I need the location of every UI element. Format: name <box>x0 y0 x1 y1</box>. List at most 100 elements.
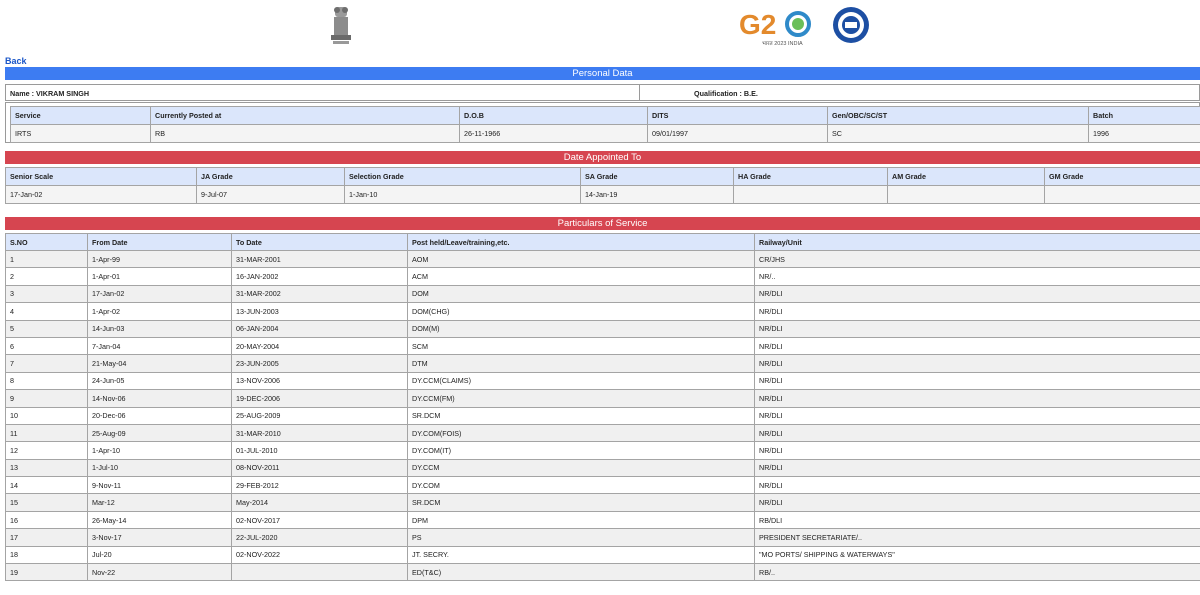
table-row: 7 21-May-04 23-JUN-2005 DTM NR/DLI <box>5 354 1200 373</box>
service-cell: 10 <box>5 406 88 425</box>
table-row: 19 Nov-22 ED(T&C) RB/.. <box>5 563 1200 582</box>
service-cell: 4 <box>5 302 88 321</box>
service-cell: NR/.. <box>754 267 1200 286</box>
personal-header-cell: Service <box>10 106 151 125</box>
service-header-cell: S.NO <box>5 233 88 251</box>
personal-header-cell: Currently Posted at <box>150 106 460 125</box>
service-rows: 1 1-Apr-99 31-MAR-2001 AOM CR/JHS 2 1-Apr-01 16… <box>5 249 1200 582</box>
service-cell: NR/DLI <box>754 371 1200 391</box>
grade-date-cell: 14-Jan-19 <box>580 185 734 204</box>
svg-text:भारत 2023 INDIA: भारत 2023 INDIA <box>762 41 803 47</box>
table-row: 5 14-Jun-03 06-JAN-2004 DOM(M) NR/DLI <box>5 319 1200 338</box>
service-cell: 9 <box>5 389 88 408</box>
service-cell: 1-Apr-01 <box>87 267 232 286</box>
service-cell: NR/DLI <box>754 302 1200 321</box>
grade-header-cell: JA Grade <box>196 167 345 186</box>
service-cell: NR/DLI <box>754 406 1200 425</box>
service-cell: NR/DLI <box>754 493 1200 512</box>
service-header-cell: To Date <box>231 233 408 251</box>
service-cell: 1 <box>5 249 88 269</box>
service-cell: 29-FEB-2012 <box>231 476 408 495</box>
service-cell: 3-Nov-17 <box>87 528 232 547</box>
personal-data-banner: Personal Data <box>5 67 1200 80</box>
table-row: 13 1-Jul-10 08-NOV-2011 DY.CCM NR/DLI <box>5 458 1200 478</box>
service-cell: 31-MAR-2002 <box>231 284 408 304</box>
service-cell: DPM <box>407 510 755 530</box>
table-row: 11 25-Aug-09 31-MAR-2010 DY.COM(FOIS) NR/DLI <box>5 423 1200 443</box>
grade-header-cell: AM Grade <box>887 167 1045 186</box>
service-cell: NR/DLI <box>754 423 1200 443</box>
grade-date-cell <box>887 185 1045 204</box>
service-cell: 1-Apr-02 <box>87 302 232 321</box>
service-cell: 14-Nov-06 <box>87 389 232 408</box>
service-cell: DOM(CHG) <box>407 302 755 321</box>
personal-value-cell: RB <box>150 124 460 143</box>
service-cell: 06-JAN-2004 <box>231 319 408 338</box>
personal-header-cell: Batch <box>1088 106 1200 125</box>
service-cell: 18 <box>5 545 88 565</box>
service-cell: NR/DLI <box>754 476 1200 495</box>
service-cell: 13 <box>5 458 88 478</box>
service-cell: SR.DCM <box>407 406 755 425</box>
service-cell: SCM <box>407 336 755 356</box>
name-qualification-row: Name : VIKRAM SINGH Qualification : B.E. <box>5 84 1200 101</box>
service-cell: PS <box>407 528 755 547</box>
table-row: 15 Mar-12 May-2014 SR.DCM NR/DLI <box>5 493 1200 512</box>
table-row: 4 1-Apr-02 13-JUN-2003 DOM(CHG) NR/DLI <box>5 302 1200 321</box>
service-cell: 13-NOV-2006 <box>231 371 408 391</box>
officer-name: Name : VIKRAM SINGH <box>10 89 90 98</box>
service-cell: ACM <box>407 267 755 286</box>
service-cell: DOM(M) <box>407 319 755 338</box>
service-cell: 17-Jan-02 <box>87 284 232 304</box>
service-cell: 1-Apr-10 <box>87 441 232 460</box>
personal-value-cell: 26-11-1966 <box>459 124 648 143</box>
service-cell: Nov-22 <box>87 563 232 582</box>
service-cell: DTM <box>407 354 755 373</box>
grade-date-cell: 1-Jan-10 <box>344 185 581 204</box>
service-cell: 25-AUG-2009 <box>231 406 408 425</box>
service-cell: 19-DEC-2006 <box>231 389 408 408</box>
service-cell: 3 <box>5 284 88 304</box>
service-cell: 16-JAN-2002 <box>231 267 408 286</box>
grade-date-cell: 9-Jul-07 <box>196 185 345 204</box>
service-cell: DY.COM(FOIS) <box>407 423 755 443</box>
grade-header-cell: Selection Grade <box>344 167 581 186</box>
table-row: 12 1-Apr-10 01-JUL-2010 DY.COM(IT) NR/DLI <box>5 441 1200 460</box>
service-cell: NR/DLI <box>754 441 1200 460</box>
service-cell: NR/DLI <box>754 354 1200 373</box>
date-appointed-banner: Date Appointed To <box>5 151 1200 164</box>
service-cell: NR/DLI <box>754 284 1200 304</box>
personal-header-cell: Gen/OBC/SC/ST <box>827 106 1089 125</box>
service-cell: JT. SECRY. <box>407 545 755 565</box>
service-cell: 26-May-14 <box>87 510 232 530</box>
service-cell: RB/.. <box>754 563 1200 582</box>
table-row: 8 24-Jun-05 13-NOV-2006 DY.CCM(CLAIMS) NR/DL… <box>5 371 1200 391</box>
personal-value-cell: 09/01/1997 <box>647 124 828 143</box>
service-cell: May-2014 <box>231 493 408 512</box>
header-logos: G2 भारत 2023 INDIA <box>0 0 1200 52</box>
service-cell: 1-Apr-99 <box>87 249 232 269</box>
service-cell: SR.DCM <box>407 493 755 512</box>
service-cell: 02-NOV-2022 <box>231 545 408 565</box>
table-row: 6 7-Jan-04 20-MAY-2004 SCM NR/DLI <box>5 336 1200 356</box>
service-cell: 14-Jun-03 <box>87 319 232 338</box>
service-cell: RB/DLI <box>754 510 1200 530</box>
g20-logo: G2 भारत 2023 INDIA <box>738 6 818 48</box>
service-cell: 31-MAR-2010 <box>231 423 408 443</box>
service-cell: DY.CCM <box>407 458 755 478</box>
service-cell: Mar-12 <box>87 493 232 512</box>
back-link[interactable]: Back <box>5 56 27 66</box>
table-row: 10 20-Dec-06 25-AUG-2009 SR.DCM NR/DLI <box>5 406 1200 425</box>
service-cell: 5 <box>5 319 88 338</box>
service-cell: CR/JHS <box>754 249 1200 269</box>
grade-date-cell <box>1044 185 1200 204</box>
personal-details-box: Service Currently Posted at D.O.B DITS G… <box>5 102 1200 143</box>
service-cell: DOM <box>407 284 755 304</box>
service-cell: 13-JUN-2003 <box>231 302 408 321</box>
grade-header-cell: GM Grade <box>1044 167 1200 186</box>
service-cell: 7-Jan-04 <box>87 336 232 356</box>
divider <box>639 85 640 100</box>
grade-date-cell <box>733 185 888 204</box>
service-cell: 6 <box>5 336 88 356</box>
service-cell: 31-MAR-2001 <box>231 249 408 269</box>
